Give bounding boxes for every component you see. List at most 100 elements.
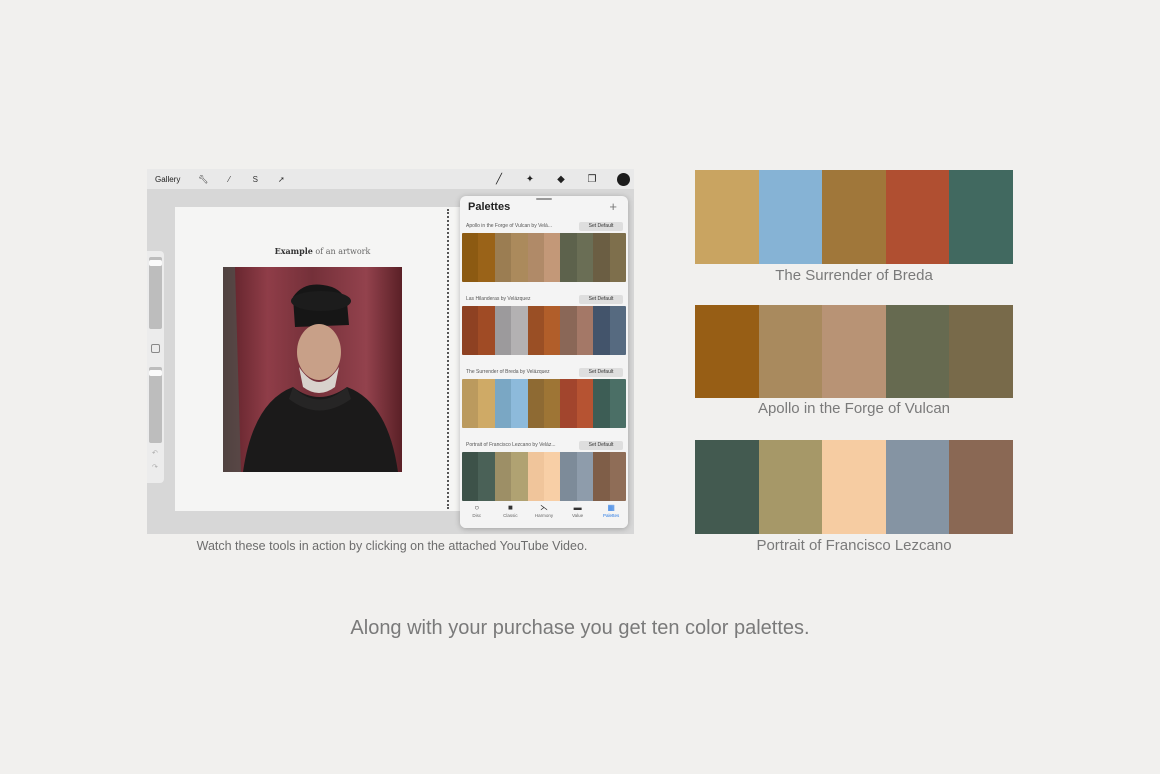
set-default-button[interactable]: Set Default (579, 222, 623, 231)
color-swatch[interactable] (511, 306, 528, 355)
brush-size-slider[interactable] (149, 257, 162, 329)
palette-swatches[interactable] (462, 233, 626, 282)
color-swatch[interactable] (593, 306, 610, 355)
disc-icon: ○ (474, 503, 480, 512)
tab-palettes[interactable]: ▦ Palettes (595, 502, 627, 518)
tab-classic[interactable]: ■ Classic (494, 502, 526, 518)
color-swatch (758, 305, 823, 398)
palette-name: The Surrender of Breda by Velázquez (466, 369, 550, 375)
color-swatch[interactable] (478, 452, 495, 501)
color-swatch[interactable] (494, 452, 512, 501)
color-swatch[interactable] (494, 233, 512, 282)
color-swatch[interactable] (576, 452, 594, 501)
opacity-slider[interactable] (149, 367, 162, 443)
color-swatch (822, 305, 886, 398)
smudge-icon[interactable]: ✦ (522, 174, 538, 185)
panel-grabber[interactable] (536, 198, 552, 200)
color-swatch[interactable] (478, 379, 495, 428)
set-default-button[interactable]: Set Default (579, 441, 623, 450)
color-swatch[interactable] (527, 233, 545, 282)
color-swatch (949, 305, 1013, 398)
color-swatch (695, 305, 759, 398)
color-swatch[interactable] (478, 233, 495, 282)
color-swatch[interactable] (544, 452, 561, 501)
canvas-edge-divider (447, 209, 449, 509)
color-swatch[interactable] (527, 379, 545, 428)
big-palette-apollo (695, 305, 1013, 398)
tab-harmony[interactable]: ⋋ Harmony (528, 502, 560, 518)
portrait-image (223, 267, 402, 472)
color-swatch[interactable] (544, 379, 561, 428)
opacity-knob[interactable] (149, 370, 162, 376)
color-swatch[interactable] (609, 306, 626, 355)
color-swatch (695, 440, 759, 534)
tab-disc[interactable]: ○ Disc (461, 502, 493, 518)
color-swatch[interactable] (576, 233, 594, 282)
set-default-button[interactable]: Set Default (579, 295, 623, 304)
color-swatch (885, 305, 950, 398)
procreate-screenshot[interactable]: Gallery 🔧︎ ⁄ S ➚ ╱ ✦ ◆ ❐ ↶ ↷ Example of … (147, 169, 634, 534)
set-default-button[interactable]: Set Default (579, 368, 623, 377)
color-swatch[interactable] (494, 379, 512, 428)
color-swatch[interactable] (593, 379, 610, 428)
color-swatch[interactable] (576, 379, 594, 428)
magic-wand-icon[interactable]: ⁄ (216, 175, 242, 184)
palettes-icon: ▦ (607, 503, 615, 512)
wrench-icon[interactable]: 🔧︎ (190, 175, 216, 184)
color-swatch[interactable] (462, 306, 479, 355)
color-swatch[interactable] (478, 306, 495, 355)
tab-value[interactable]: ▬ Value (562, 502, 594, 518)
video-caption: Watch these tools in action by clicking … (196, 539, 588, 553)
color-swatch (695, 170, 759, 264)
color-swatch[interactable] (593, 452, 610, 501)
tab-label: Harmony (534, 513, 554, 518)
color-swatch[interactable] (609, 452, 626, 501)
color-swatch[interactable] (560, 379, 577, 428)
color-swatch[interactable] (527, 452, 545, 501)
color-swatch[interactable] (511, 233, 528, 282)
layers-icon[interactable]: ❐ (584, 174, 600, 185)
palette-header: Las Hilanderas by Velázquez Set Default (466, 294, 623, 304)
color-swatch[interactable] (494, 306, 512, 355)
palette-swatches[interactable] (462, 306, 626, 355)
tab-label: Palettes (603, 513, 620, 518)
color-swatch[interactable] (511, 452, 528, 501)
color-swatch[interactable] (462, 452, 479, 501)
color-swatch[interactable] (527, 306, 545, 355)
palette-caption: Apollo in the Forge of Vulcan (757, 400, 951, 417)
palette-header: Portrait of Francisco Lezcano by Veláz..… (466, 440, 623, 450)
color-picker-button[interactable] (617, 172, 630, 186)
modify-button[interactable] (151, 344, 160, 353)
palette-caption: The Surrender of Breda (775, 267, 933, 284)
value-icon: ▬ (573, 503, 582, 512)
color-swatch[interactable] (544, 233, 561, 282)
palette-swatches[interactable] (462, 452, 626, 501)
big-palette-lezcano (695, 440, 1013, 534)
brush-icon[interactable]: ╱ (491, 174, 507, 185)
color-swatch[interactable] (560, 452, 577, 501)
redo-icon[interactable]: ↷ (152, 463, 158, 471)
color-swatch[interactable] (576, 306, 594, 355)
color-swatch[interactable] (511, 379, 528, 428)
color-swatch[interactable] (593, 233, 610, 282)
gallery-button[interactable]: Gallery (155, 175, 180, 184)
palette-swatches[interactable] (462, 379, 626, 428)
undo-icon[interactable]: ↶ (152, 449, 158, 457)
color-swatch[interactable] (462, 233, 479, 282)
color-swatch[interactable] (609, 379, 626, 428)
color-swatch[interactable] (560, 233, 577, 282)
color-swatch[interactable] (609, 233, 626, 282)
add-palette-button[interactable]: + (609, 199, 617, 214)
eraser-icon[interactable]: ◆ (553, 174, 569, 185)
color-swatch (822, 170, 886, 264)
color-swatch (758, 440, 823, 534)
app-toolbar: Gallery 🔧︎ ⁄ S ➚ ╱ ✦ ◆ ❐ (147, 169, 634, 189)
color-swatch[interactable] (560, 306, 577, 355)
selection-icon[interactable]: S (242, 175, 268, 184)
artwork-canvas[interactable]: Example of an artwork (175, 207, 460, 511)
color-swatch[interactable] (462, 379, 479, 428)
color-swatch[interactable] (544, 306, 561, 355)
palette-name: Las Hilanderas by Velázquez (466, 296, 531, 302)
brush-size-knob[interactable] (149, 260, 162, 266)
move-arrow-icon[interactable]: ➚ (268, 175, 294, 184)
